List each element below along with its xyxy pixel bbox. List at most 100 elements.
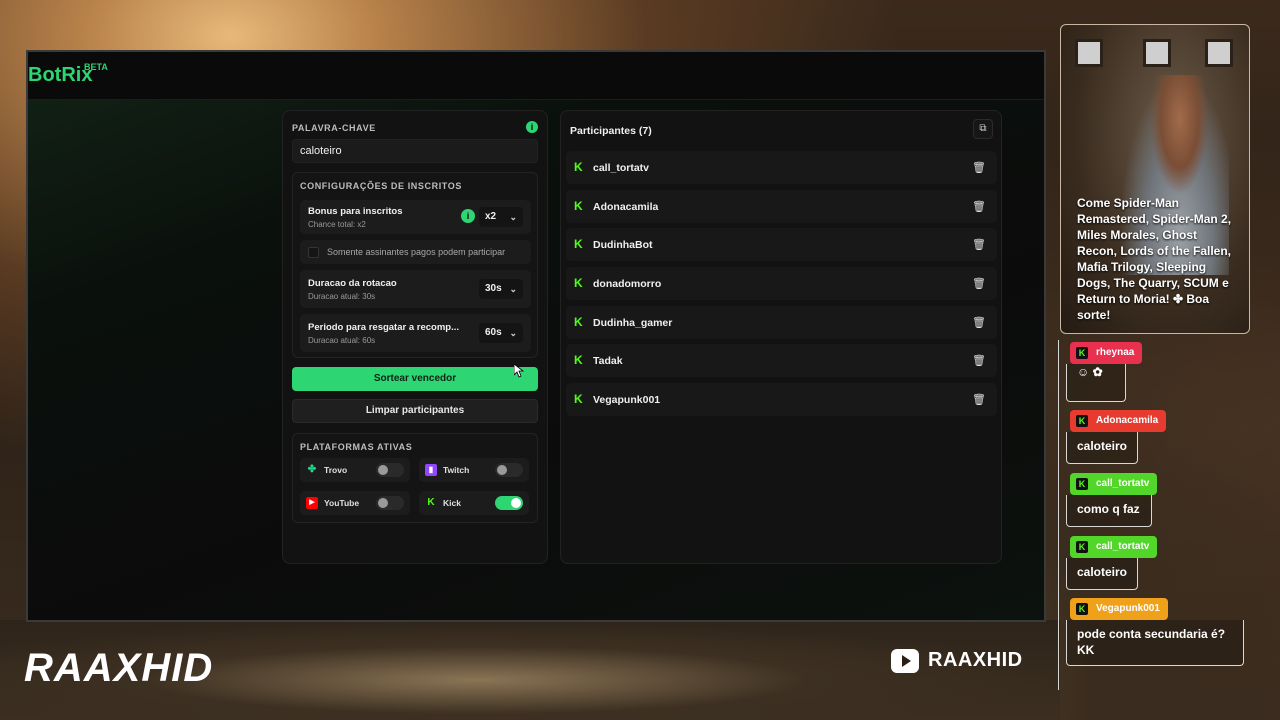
chat-text: caloteiro [1066,432,1138,464]
participants-title: Participantes (7) [570,125,652,137]
kick-icon: K [1076,541,1088,553]
picture-frame [1205,39,1233,67]
trovo-icon: ✤ [307,464,317,475]
draw-winner-button[interactable]: Sortear vencedor [292,367,538,391]
kick-icon: K [574,314,583,329]
platform-youtube-toggle[interactable] [376,496,404,510]
platform-kick-toggle[interactable] [495,496,523,510]
chat-username-text: Vegapunk001 [1096,603,1160,614]
subscriber-bonus-label: Bonus para inscritos [308,206,403,217]
kick-icon: K [574,276,583,291]
clear-participants-button[interactable]: Limpar participantes [292,399,538,423]
active-platforms: PLATAFORMAS ATIVAS ✤ Trovo ▮ Twitch ▶ Yo… [292,433,538,523]
app-body: PALAVRA-CHAVE i caloteiro CONFIGURAÇÕES … [28,100,1044,620]
participant-row: K Adonacamila 🗑 [566,189,997,223]
chat-username: K rheynaa [1070,342,1143,364]
platform-twitch-toggle[interactable] [495,463,523,477]
chat-username-text: Adonacamila [1096,415,1159,426]
kick-icon: K [574,198,583,213]
twitch-icon: ▮ [425,464,437,476]
chat-username: K call_tortatv [1070,473,1158,495]
webcam-overlay: Come Spider-Man Remastered, Spider-Man 2… [1060,24,1250,334]
participants-panel: Participantes (7) ⧉ K call_tortatv 🗑 K A… [560,110,1002,564]
toggle-knob [511,498,521,508]
platform-twitch: ▮ Twitch [419,458,529,482]
info-icon[interactable]: i [526,121,538,133]
participant-name: DudinhaBot [593,239,653,252]
rotation-duration-label: Duracao da rotacao [308,278,397,289]
chevron-down-icon: ⌄ [509,284,517,294]
paid-only-row[interactable]: Somente assinantes pagos podem participa… [300,240,531,264]
giveaway-games-text: Come Spider-Man Remastered, Spider-Man 2… [1077,196,1232,322]
participant-row: K call_tortatv 🗑 [566,151,997,184]
kick-icon: K [574,237,583,252]
kick-icon: K [574,392,583,407]
subscriber-bonus-select[interactable]: x2 ⌄ [479,207,523,227]
subscriber-bonus-row: Bonus para inscritos Chance total: x2 i … [300,200,531,234]
trash-icon[interactable]: 🗑 [969,274,989,294]
subscriber-bonus-value: x2 [485,211,497,222]
rotation-duration-sub: Duracao atual: 30s [308,292,376,301]
redeem-period-value: 60s [485,327,502,338]
info-icon[interactable]: i [461,209,475,223]
subscriber-settings: CONFIGURAÇÕES DE INSCRITOS Bonus para in… [292,172,538,358]
chevron-down-icon: ⌄ [509,212,517,222]
kick-icon: K [1076,415,1088,427]
paid-only-label: Somente assinantes pagos podem participa… [327,247,506,257]
app-topbar: BotRix BETA [28,52,1044,100]
platform-youtube-name: YouTube [324,498,360,508]
trash-icon[interactable]: 🗑 [969,313,989,333]
trash-icon[interactable]: 🗑 [969,197,989,217]
copy-icon[interactable]: ⧉ [973,119,993,139]
toggle-knob [378,498,388,508]
botrix-logo[interactable]: BotRix [28,64,92,87]
participant-name: Tadak [593,355,623,368]
platform-trovo-toggle[interactable] [376,463,404,477]
chat-emotes: ☺ ✿ [1066,364,1126,402]
toggle-knob [497,465,507,475]
trash-icon[interactable]: 🗑 [969,158,989,178]
chat-username: K Vegapunk001 [1070,598,1168,620]
paid-only-checkbox[interactable] [308,247,319,258]
keyword-input[interactable]: caloteiro [292,139,538,163]
trash-icon[interactable]: 🗑 [969,390,989,410]
chevron-down-icon: ⌄ [509,328,517,338]
kick-icon: K [1076,347,1088,359]
rotation-duration-row: Duracao da rotacao Duracao atual: 30s 30… [300,270,531,308]
toggle-knob [378,465,388,475]
raaxhid-youtube-text: RAAXHID [928,649,1023,671]
beta-badge: BETA [84,62,108,72]
kick-icon: K [574,353,583,368]
participant-row: K DudinhaBot 🗑 [566,228,997,262]
platform-youtube: ▶ YouTube [300,491,410,515]
giveaway-settings-panel: PALAVRA-CHAVE i caloteiro CONFIGURAÇÕES … [282,110,548,564]
picture-frame [1075,39,1103,67]
platform-twitch-name: Twitch [443,465,470,475]
raaxhid-logo: RAAXHID [24,646,214,690]
participant-row: K Dudinha_gamer 🗑 [566,305,997,339]
chat-username-text: call_tortatv [1096,541,1150,552]
youtube-icon [891,649,919,673]
redeem-period-select[interactable]: 60s ⌄ [479,323,523,343]
redeem-period-label: Periodo para resgatar a recomp... [308,322,460,333]
active-platforms-title: PLATAFORMAS ATIVAS [300,442,413,452]
participant-name: donadomorro [593,278,662,291]
redeem-period-row: Periodo para resgatar a recomp... Duraca… [300,314,531,352]
rotation-duration-select[interactable]: 30s ⌄ [479,279,523,299]
trash-icon[interactable]: 🗑 [969,351,989,371]
platform-trovo: ✤ Trovo [300,458,410,482]
youtube-icon: ▶ [306,497,318,509]
kick-icon: K [1076,603,1088,615]
platform-kick: K Kick [419,491,529,515]
platform-trovo-name: Trovo [324,465,348,475]
chat-text: como q faz [1066,495,1152,527]
chat-text: pode conta secundaria é? KK [1066,620,1244,666]
trash-icon[interactable]: 🗑 [969,235,989,255]
keyword-title: PALAVRA-CHAVE [292,123,376,133]
chat-username-text: rheynaa [1096,347,1135,358]
chat-username: K call_tortatv [1070,536,1158,558]
kick-icon: K [427,497,435,508]
participant-name: Adonacamila [593,200,659,213]
chat-username-text: call_tortatv [1096,478,1150,489]
subscriber-settings-title: CONFIGURAÇÕES DE INSCRITOS [300,181,462,191]
